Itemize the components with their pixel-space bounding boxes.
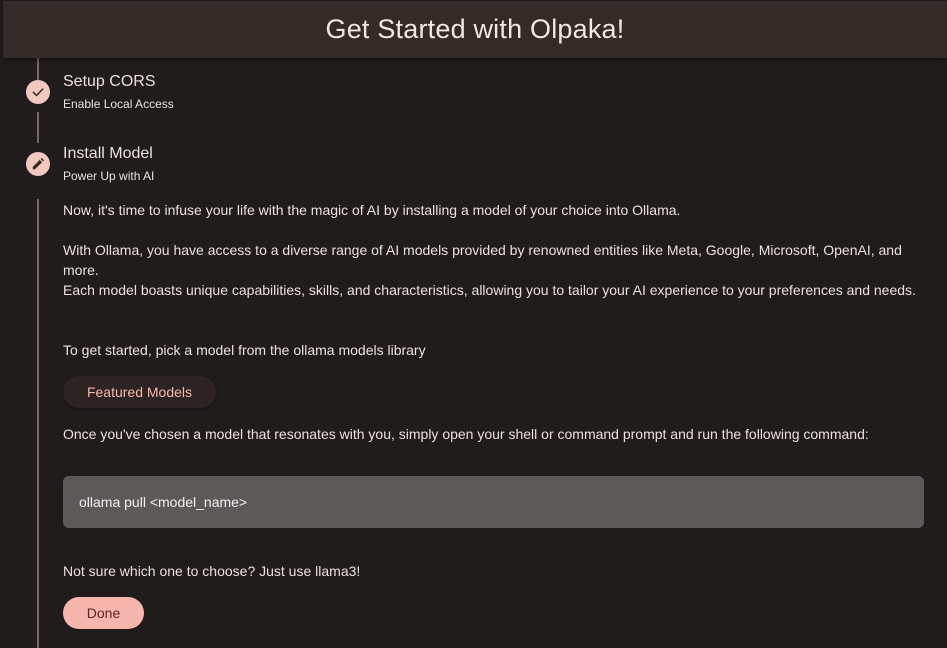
step-title-install-model[interactable]: Install Model: [63, 145, 153, 163]
app-header: Get Started with Olpaka!: [3, 1, 947, 58]
access-text: With Ollama, you have access to a divers…: [63, 242, 902, 278]
recommendation-text: Not sure which one to choose? Just use l…: [63, 563, 361, 579]
stepper-rail-connector: [37, 112, 39, 143]
pencil-icon: [32, 157, 45, 170]
command-text: ollama pull <model_name>: [79, 494, 248, 510]
capabilities-text: Each model boasts unique capabilities, s…: [63, 282, 916, 298]
step-subtitle-install-model: Power Up with AI: [63, 169, 155, 183]
done-button[interactable]: Done: [63, 597, 144, 629]
step-subtitle-setup-cors: Enable Local Access: [63, 97, 174, 111]
intro-text: Now, it's time to infuse your life with …: [63, 202, 681, 218]
stepper-rail-content: [37, 199, 39, 648]
stepper-rail-top: [37, 58, 39, 80]
get-started-text: To get started, pick a model from the ol…: [63, 342, 426, 358]
step-completed-indicator[interactable]: [26, 80, 50, 104]
step-editing-indicator[interactable]: [26, 152, 50, 176]
step-title-setup-cors[interactable]: Setup CORS: [63, 73, 155, 91]
command-intro-text: Once you've chosen a model that resonate…: [63, 426, 869, 442]
command-code-block: ollama pull <model_name>: [63, 476, 924, 528]
page-title: Get Started with Olpaka!: [325, 14, 625, 44]
check-icon: [32, 88, 44, 97]
featured-models-button[interactable]: Featured Models: [63, 376, 216, 408]
